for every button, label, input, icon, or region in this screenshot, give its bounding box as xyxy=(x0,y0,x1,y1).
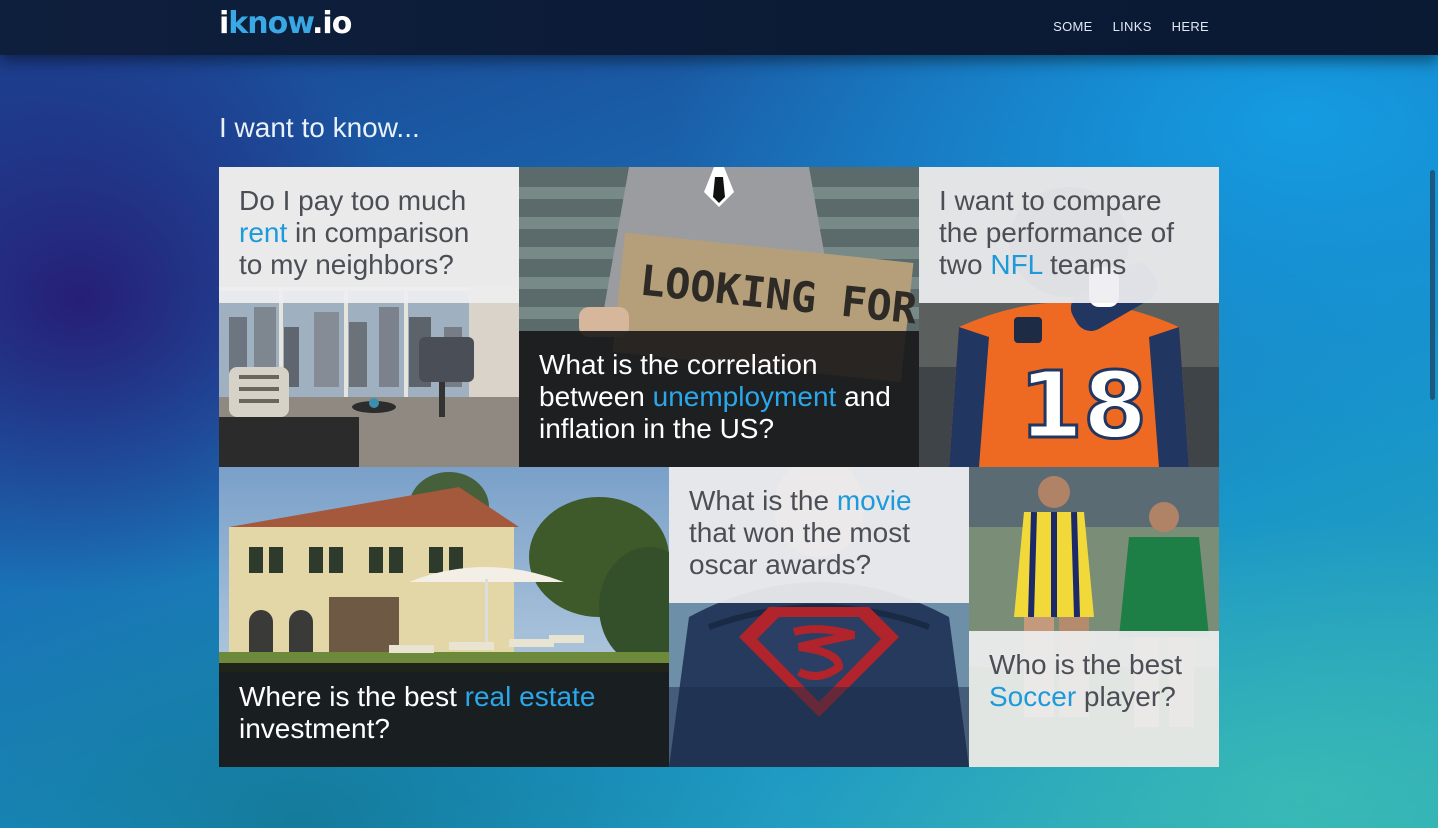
caption-text: teams xyxy=(1042,249,1127,280)
nav-link-links[interactable]: LINKS xyxy=(1113,19,1152,34)
caption-text: that won the most oscar awards? xyxy=(689,517,911,580)
caption-keyword: rent xyxy=(239,217,288,248)
top-navbar: iknow.io SOME LINKS HERE xyxy=(0,0,1438,55)
site-logo[interactable]: iknow.io xyxy=(219,6,352,41)
caption-text: Do I pay too much xyxy=(239,185,467,216)
nav-link-some[interactable]: SOME xyxy=(1053,19,1092,34)
logo-prefix: i xyxy=(219,6,229,41)
logo-suffix: .io xyxy=(312,6,352,41)
tile-rent[interactable]: Do I pay too much rent in comparison to … xyxy=(219,167,519,467)
caption-movie: What is the movie that won the most osca… xyxy=(669,467,969,603)
caption-keyword: NFL xyxy=(990,249,1043,280)
caption-soccer: Who is the best Soccer player? xyxy=(969,631,1219,767)
caption-text: Who is the best xyxy=(989,649,1182,680)
caption-real-estate: Where is the best real estate investment… xyxy=(219,663,669,767)
tile-unemployment[interactable]: LOOKING FOR A JOB What is the correlatio… xyxy=(519,167,919,467)
caption-text: investment? xyxy=(239,713,390,744)
nav-link-here[interactable]: HERE xyxy=(1172,19,1209,34)
caption-keyword: movie xyxy=(836,485,912,516)
caption-text: What is the xyxy=(689,485,837,516)
tile-movie[interactable]: What is the movie that won the most osca… xyxy=(669,467,969,767)
caption-rent: Do I pay too much rent in comparison to … xyxy=(219,167,519,303)
tile-nfl[interactable]: 18 I want to compare the performance of … xyxy=(919,167,1219,467)
page-title: I want to know... xyxy=(219,112,420,143)
logo-middle: know xyxy=(228,6,313,41)
caption-keyword: real estate xyxy=(464,681,596,712)
caption-nfl: I want to compare the performance of two… xyxy=(919,167,1219,303)
page-scrollbar[interactable] xyxy=(1430,170,1435,400)
caption-text: Where is the best xyxy=(239,681,465,712)
jersey-number: 18 xyxy=(1019,352,1147,459)
nav-links: SOME LINKS HERE xyxy=(1053,19,1209,34)
caption-text: player? xyxy=(1076,681,1176,712)
caption-keyword: Soccer xyxy=(989,681,1077,712)
tile-soccer[interactable]: Who is the best Soccer player? xyxy=(969,467,1219,767)
caption-unemployment: What is the correlation between unemploy… xyxy=(519,331,919,467)
caption-keyword: unemployment xyxy=(652,381,837,412)
tile-real-estate[interactable]: Where is the best real estate investment… xyxy=(219,467,669,767)
